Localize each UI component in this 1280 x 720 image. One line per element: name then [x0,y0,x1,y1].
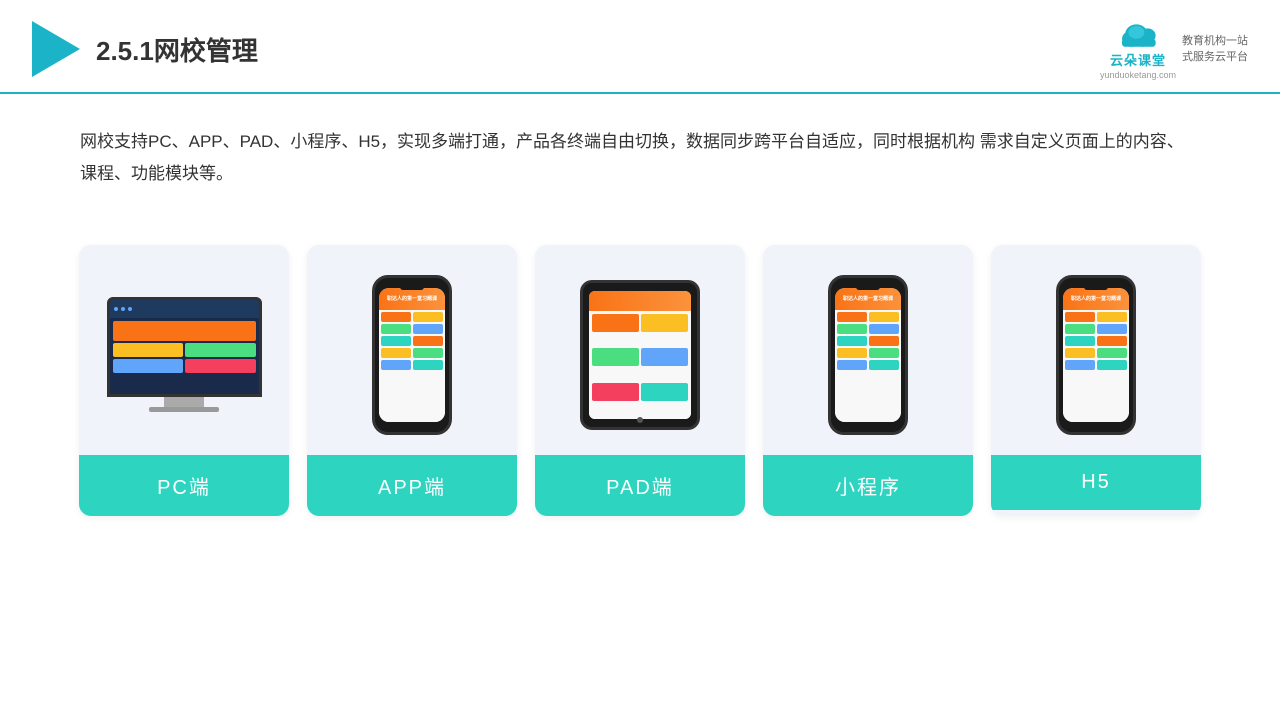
brand-tagline: 教育机构一站式服务云平台 [1182,33,1248,66]
card-pc-label: PC端 [79,455,289,516]
brand-name: 云朵课堂 [1110,50,1166,69]
card-miniapp-image: 职达人的第一堂习题课 [763,245,973,455]
pc-device-icon [99,297,269,412]
description-text: 网校支持PC、APP、PAD、小程序、H5，实现多端打通，产品各终端自由切换，数… [0,94,1280,211]
logo-triangle-icon [32,21,80,77]
header-right: 云朵课堂 yunduoketang.com 教育机构一站式服务云平台 [1100,18,1248,80]
miniapp-device-icon: 职达人的第一堂习题课 [828,275,908,435]
card-pad-label: PAD端 [535,455,745,516]
cloud-icon: 云朵课堂 yunduoketang.com [1100,18,1176,80]
card-app: 职达人的第一堂习题课 [307,245,517,516]
card-pc: PC端 [79,245,289,516]
header: 2.5.1网校管理 云朵课堂 yunduoketang.com 教育机构一站式服… [0,0,1280,94]
pad-device-icon [580,280,700,430]
brand-url: yunduoketang.com [1100,70,1176,80]
h5-device-icon: 职达人的第一堂习题课 [1056,275,1136,435]
app-device-icon: 职达人的第一堂习题课 [372,275,452,435]
card-h5: 职达人的第一堂习题课 [991,245,1201,516]
brand-logo: 云朵课堂 yunduoketang.com 教育机构一站式服务云平台 [1100,18,1248,80]
card-pad: PAD端 [535,245,745,516]
card-miniapp-label: 小程序 [763,455,973,516]
card-pc-image [79,245,289,455]
header-left: 2.5.1网校管理 [32,21,258,77]
cards-container: PC端 职达人的第一堂习题课 [0,221,1280,516]
page-title: 2.5.1网校管理 [96,31,258,68]
card-app-label: APP端 [307,455,517,516]
card-h5-image: 职达人的第一堂习题课 [991,245,1201,455]
card-h5-label: H5 [991,455,1201,510]
card-pad-image [535,245,745,455]
card-miniapp: 职达人的第一堂习题课 [763,245,973,516]
card-app-image: 职达人的第一堂习题课 [307,245,517,455]
